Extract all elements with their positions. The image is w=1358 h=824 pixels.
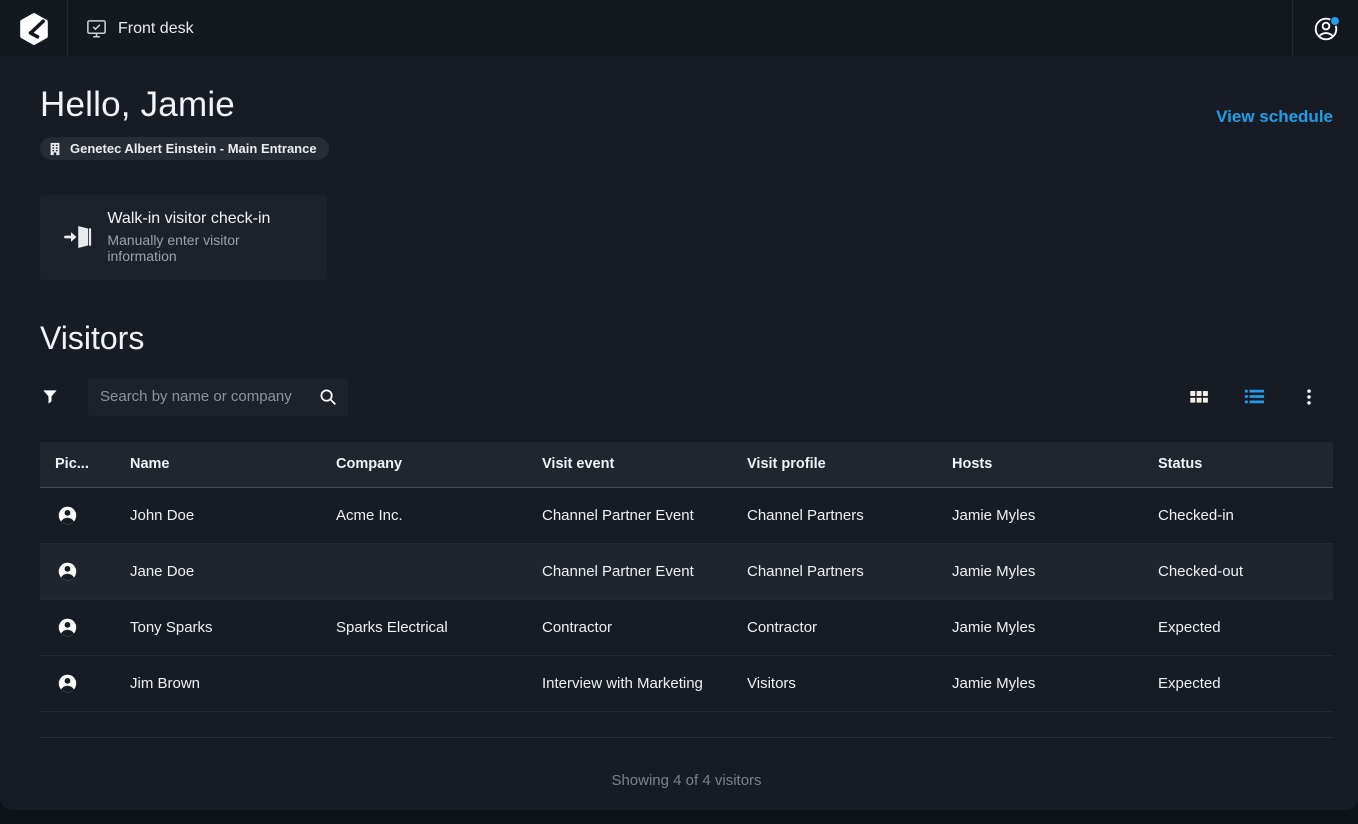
cell-company: Acme Inc. — [321, 507, 527, 524]
visitors-table-body: John DoeAcme Inc.Channel Partner EventCh… — [40, 488, 1333, 712]
list-view-button[interactable] — [1242, 385, 1266, 409]
cell-visit-profile: Channel Partners — [732, 507, 937, 524]
column-header[interactable]: Status — [1143, 456, 1333, 472]
location-label: Genetec Albert Einstein - Main Entrance — [70, 141, 317, 156]
view-switcher — [1187, 385, 1333, 409]
cell-visit-event: Channel Partner Event — [527, 563, 732, 580]
notification-dot — [1330, 16, 1340, 26]
topbar-spacer — [194, 0, 1292, 57]
hero-row: Hello, Jamie View schedule — [40, 85, 1333, 127]
column-header[interactable]: Name — [115, 456, 321, 472]
visitor-avatar-icon — [57, 505, 78, 526]
cell-name: Tony Sparks — [115, 619, 321, 636]
cell-status: Checked-in — [1143, 507, 1333, 524]
grid-view-icon — [1188, 386, 1210, 408]
app-title-label: Front desk — [118, 20, 194, 38]
filter-funnel-icon — [40, 387, 60, 407]
cell-name: Jim Brown — [115, 675, 321, 692]
cell-visit-profile: Visitors — [732, 675, 937, 692]
showing-count: Showing 4 of 4 visitors — [40, 772, 1333, 789]
cell-visit-event: Channel Partner Event — [527, 507, 732, 524]
cell-status: Expected — [1143, 619, 1333, 636]
cell-name: John Doe — [115, 507, 321, 524]
building-icon — [48, 142, 62, 156]
search-box — [88, 378, 348, 416]
column-header[interactable]: Pic... — [40, 456, 115, 472]
visitors-table: Pic...NameCompanyVisit eventVisit profil… — [40, 442, 1333, 738]
cell-name: Jane Doe — [115, 563, 321, 580]
cell-hosts: Jamie Myles — [937, 619, 1143, 636]
user-menu-button[interactable] — [1292, 0, 1358, 57]
cell-hosts: Jamie Myles — [937, 507, 1143, 524]
cell-hosts: Jamie Myles — [937, 563, 1143, 580]
grid-view-button[interactable] — [1187, 385, 1211, 409]
page-greeting: Hello, Jamie — [40, 85, 235, 125]
cell-status: Checked-out — [1143, 563, 1333, 580]
cell-picture — [40, 505, 115, 526]
main-content: Hello, Jamie View schedule Genetec Alber… — [0, 57, 1358, 810]
table-footer-strip — [40, 712, 1333, 738]
cell-visit-event: Interview with Marketing — [527, 675, 732, 692]
location-badge: Genetec Albert Einstein - Main Entrance — [40, 137, 329, 160]
column-header[interactable]: Hosts — [937, 456, 1143, 472]
app-title: Front desk — [68, 0, 194, 57]
cell-picture — [40, 673, 115, 694]
walkin-card-text: Walk-in visitor check-in Manually enter … — [107, 210, 309, 264]
table-row[interactable]: Tony SparksSparks ElectricalContractorCo… — [40, 600, 1333, 656]
cell-visit-event: Contractor — [527, 619, 732, 636]
table-row[interactable]: Jim Brown Interview with MarketingVisitor… — [40, 656, 1333, 712]
visitor-avatar-icon — [57, 561, 78, 582]
cell-picture — [40, 561, 115, 582]
table-row[interactable]: John DoeAcme Inc.Channel Partner EventCh… — [40, 488, 1333, 544]
topbar: Front desk — [0, 0, 1358, 57]
column-header[interactable]: Visit profile — [732, 456, 937, 472]
search-input[interactable] — [100, 388, 318, 405]
cell-visit-profile: Contractor — [732, 619, 937, 636]
column-header[interactable]: Company — [321, 456, 527, 472]
walkin-checkin-card[interactable]: Walk-in visitor check-in Manually enter … — [40, 195, 327, 280]
cell-status: Expected — [1143, 675, 1333, 692]
walkin-card-subtitle: Manually enter visitor information — [107, 232, 309, 264]
kebab-menu-icon — [1299, 387, 1319, 407]
cell-picture — [40, 617, 115, 638]
visitors-toolbar — [40, 378, 1333, 416]
more-options-button[interactable] — [1297, 385, 1321, 409]
visitor-avatar-icon — [57, 673, 78, 694]
door-checkin-icon — [62, 221, 93, 253]
cell-visit-profile: Channel Partners — [732, 563, 937, 580]
search-icon — [318, 387, 338, 407]
view-schedule-link[interactable]: View schedule — [1216, 107, 1333, 127]
visitor-avatar-icon — [57, 617, 78, 638]
visitors-section-title: Visitors — [40, 320, 1333, 357]
search-button[interactable] — [318, 387, 338, 407]
genetec-logo-icon — [17, 12, 51, 46]
walkin-card-title: Walk-in visitor check-in — [107, 210, 309, 228]
front-desk-monitor-icon — [85, 17, 108, 40]
filter-button[interactable] — [40, 387, 88, 407]
list-view-icon — [1243, 385, 1266, 408]
column-header[interactable]: Visit event — [527, 456, 732, 472]
visitors-table-header: Pic...NameCompanyVisit eventVisit profil… — [40, 442, 1333, 488]
cell-hosts: Jamie Myles — [937, 675, 1143, 692]
cell-company: Sparks Electrical — [321, 619, 527, 636]
genetec-logo[interactable] — [0, 0, 68, 57]
table-row[interactable]: Jane Doe Channel Partner EventChannel Par… — [40, 544, 1333, 600]
